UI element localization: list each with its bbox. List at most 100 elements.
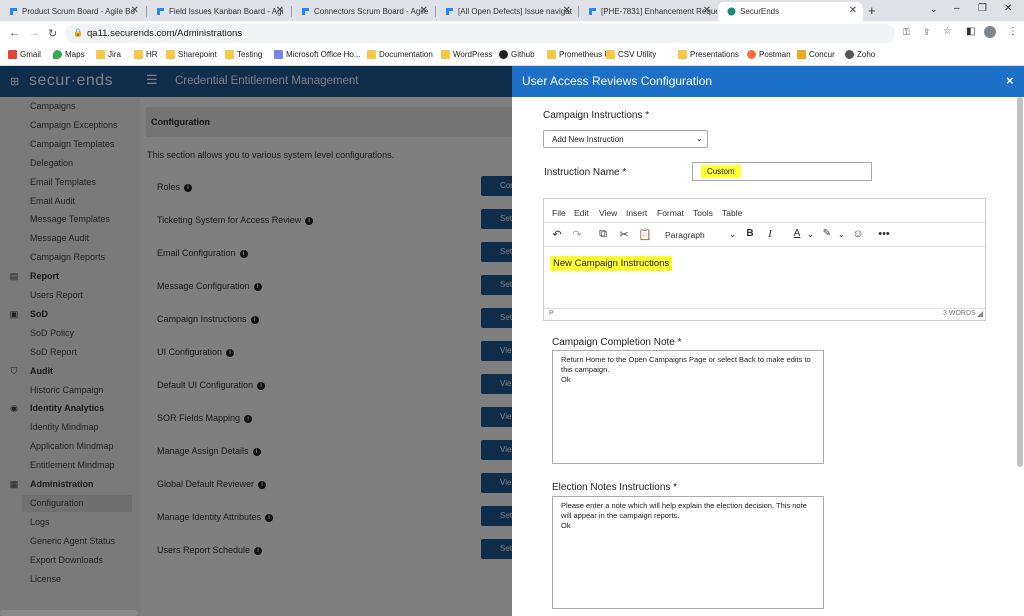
bookmark-testing[interactable]: Testing [225, 50, 262, 59]
bookmark-postman[interactable]: Postman [747, 50, 791, 59]
completion-note-textarea[interactable] [552, 350, 824, 464]
campaign-instructions-select[interactable]: Add New Instruction ⌄ [543, 130, 708, 148]
folder-icon [166, 50, 175, 59]
reload-icon[interactable]: ↻ [48, 27, 57, 40]
close-tab-icon[interactable]: ✕ [276, 5, 284, 16]
close-tab-icon[interactable]: ✕ [420, 5, 428, 16]
election-notes-label: Election Notes Instructions * [552, 482, 678, 493]
bookmark-hr[interactable]: HR [134, 50, 158, 59]
browser-tab[interactable]: Field Issues Kanban Board - Agi ✕ [147, 2, 290, 21]
star-icon[interactable]: ☆ [943, 26, 952, 37]
forward-icon[interactable]: → [29, 27, 40, 39]
election-notes-textarea[interactable] [552, 496, 824, 609]
sidebar-toggle-icon[interactable]: ◧ [966, 26, 975, 37]
undo-icon[interactable]: ↶ [550, 228, 564, 241]
browser-tab[interactable]: [PHE-7831] Enhancement Reque ✕ [579, 2, 717, 21]
maps-icon [53, 50, 62, 59]
tab-title: Connectors Scrum Board - Agile [314, 7, 429, 16]
tab-search-icon[interactable]: ⌄ [930, 4, 938, 15]
url-field[interactable]: 🔒 qa11.securends.com/Administrations [65, 24, 895, 43]
chevron-down-icon: ⌄ [729, 229, 737, 239]
editor-content[interactable]: New Campaign Instructions [544, 247, 985, 308]
completion-note-label: Campaign Completion Note * [552, 337, 682, 348]
close-tab-icon[interactable]: ✕ [563, 5, 571, 16]
bookmark-presentations[interactable]: Presentations [678, 50, 739, 59]
sidebar-scrollbar[interactable] [0, 610, 138, 616]
menu-insert[interactable]: Insert [626, 208, 647, 218]
bookmark-sharepoint[interactable]: Sharepoint [166, 50, 217, 59]
menu-edit[interactable]: Edit [574, 208, 589, 218]
bookmark-gmail[interactable]: Gmail [8, 50, 41, 59]
resize-handle-icon[interactable]: ◢ [977, 309, 983, 318]
copy-icon[interactable]: ⧉ [596, 228, 610, 241]
close-window-icon[interactable]: ✕ [1004, 3, 1012, 14]
bookmark-wordpress[interactable]: WordPress [441, 50, 492, 59]
more-icon[interactable]: ••• [877, 228, 891, 240]
bookmark-documentation[interactable]: Documentation [367, 50, 433, 59]
profile-icon[interactable] [984, 26, 996, 38]
editor-text: New Campaign Instructions [550, 256, 673, 271]
share-icon[interactable]: ⇪ [923, 27, 931, 38]
url-text: qa11.securends.com/Administrations [87, 28, 243, 39]
minimize-icon[interactable]: – [954, 3, 960, 14]
chevron-down-icon[interactable]: ⌄ [807, 230, 814, 239]
zoho-icon [845, 50, 854, 59]
menu-dots-icon[interactable]: ⋮ [1008, 26, 1018, 37]
italic-icon[interactable]: I [763, 228, 777, 240]
jira-icon [588, 7, 597, 16]
paste-icon[interactable]: 📋 [638, 228, 652, 241]
bookmark-office[interactable]: Microsoft Office Ho... [274, 50, 361, 59]
close-tab-icon[interactable]: ✕ [849, 5, 857, 16]
browser-tab[interactable]: [All Open Defects] Issue navigat ✕ [436, 2, 577, 21]
new-tab-icon[interactable]: + [868, 3, 876, 18]
back-icon[interactable]: ← [9, 27, 20, 39]
text-color-icon[interactable]: A [790, 228, 804, 239]
close-icon[interactable]: × [1006, 73, 1014, 88]
instruction-name-input[interactable]: Custom [692, 162, 872, 181]
redo-icon[interactable]: ↷ [570, 228, 584, 241]
browser-tab[interactable]: Connectors Scrum Board - Agile ✕ [292, 2, 434, 21]
block-format-select[interactable]: Paragraph ⌄ [665, 229, 737, 240]
bookmark-zoho[interactable]: Zoho [845, 50, 875, 59]
menu-format[interactable]: Format [657, 208, 684, 218]
browser-tab[interactable]: Product Scrum Board - Agile Bo ✕ [0, 2, 145, 21]
bookmark-jira[interactable]: Jira [96, 50, 121, 59]
modal-backdrop[interactable] [0, 66, 512, 616]
cut-icon[interactable]: ✂ [617, 228, 631, 241]
rich-text-editor: File Edit View Insert Format Tools Table… [543, 198, 986, 321]
tab-title: [All Open Defects] Issue navigat [458, 7, 572, 16]
jira-icon [156, 7, 165, 16]
jira-icon [301, 7, 310, 16]
restore-icon[interactable]: ❐ [978, 3, 987, 14]
menu-view[interactable]: View [599, 208, 617, 218]
postman-icon [747, 50, 756, 59]
status-divider [544, 308, 985, 309]
highlight-color-icon[interactable]: ✎ [820, 228, 834, 239]
close-tab-icon[interactable]: ✕ [703, 5, 711, 16]
bold-icon[interactable]: B [743, 228, 757, 239]
bookmark-csv-utility[interactable]: CSV Utility [606, 50, 656, 59]
app: ⊞ secur·ends ☰ Credential Entitlement Ma… [0, 66, 1024, 616]
chevron-down-icon[interactable]: ⌄ [838, 230, 845, 239]
menu-table[interactable]: Table [722, 208, 742, 218]
menu-file[interactable]: File [552, 208, 566, 218]
bookmark-maps[interactable]: Maps [53, 50, 85, 59]
bookmark-concur[interactable]: Concur [797, 50, 835, 59]
browser-tab-active[interactable]: SecurEnds ✕ [718, 2, 863, 21]
bookmark-github[interactable]: Github [499, 50, 535, 59]
folder-icon [134, 50, 143, 59]
key-icon[interactable]: ⚿ [903, 27, 910, 38]
browser-tab-bar: Product Scrum Board - Agile Bo ✕ Field I… [0, 0, 1024, 21]
folder-icon [606, 50, 615, 59]
close-tab-icon[interactable]: ✕ [131, 5, 139, 16]
menu-tools[interactable]: Tools [693, 208, 713, 218]
word-count: 3 WORDS [943, 310, 976, 317]
emoji-icon[interactable]: ☺ [851, 228, 865, 240]
bookmarks-bar: Gmail Maps Jira HR Sharepoint Testing Mi… [0, 46, 1024, 66]
panel-scrollbar[interactable] [1017, 97, 1023, 467]
bookmark-prometheus[interactable]: Prometheus UI [547, 50, 612, 59]
folder-icon [96, 50, 105, 59]
office-icon [274, 50, 283, 59]
lock-icon: 🔒 [73, 28, 83, 37]
folder-icon [678, 50, 687, 59]
